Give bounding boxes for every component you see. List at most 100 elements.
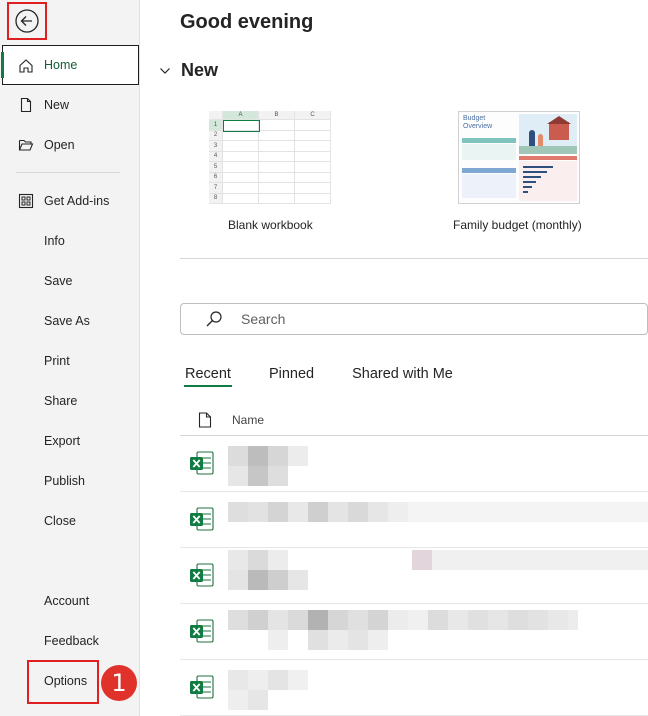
grid-cell	[295, 120, 331, 131]
grid-cell	[259, 151, 295, 162]
template-label: Family budget (monthly)	[453, 218, 582, 232]
recent-file-row[interactable]	[180, 492, 648, 548]
search-input[interactable]	[241, 311, 621, 327]
house-illustration	[519, 114, 577, 154]
search-box[interactable]	[180, 303, 648, 335]
sidebar-item-label: Publish	[44, 474, 85, 488]
sidebar-item-label: New	[44, 98, 70, 112]
obscured-file-name-block	[248, 610, 268, 630]
template-blank-workbook[interactable]: ABC 12345678 Blank workbook	[209, 111, 331, 232]
file-type-icon	[198, 411, 212, 428]
new-section-heading: New	[181, 60, 219, 80]
sidebar-item-publish[interactable]: Publish	[0, 461, 140, 501]
tab-pinned[interactable]: Pinned	[264, 364, 319, 387]
sidebar-item-save-as[interactable]: Save As	[0, 301, 140, 341]
obscured-file-name-block	[408, 502, 648, 522]
sidebar-divider	[16, 172, 120, 173]
sidebar-item-save[interactable]: Save	[0, 261, 140, 301]
grid-cell	[223, 193, 259, 204]
name-column-header[interactable]: Name	[232, 413, 264, 427]
sidebar-item-label: Get Add-ins	[44, 194, 110, 208]
obscured-file-name-block	[228, 502, 248, 522]
sidebar-item-print[interactable]: Print	[0, 341, 140, 381]
obscured-file-name-block	[268, 550, 288, 570]
grid-cell	[259, 193, 295, 204]
template-family-budget[interactable]: Budget Overview Family budget (monthly)	[453, 111, 582, 232]
sidebar-item-feedback[interactable]: Feedback	[0, 621, 140, 661]
sidebar-item-close[interactable]: Close	[0, 501, 140, 541]
excel-file-icon	[190, 451, 214, 475]
sidebar-item-share[interactable]: Share	[0, 381, 140, 421]
sidebar-item-home[interactable]: Home	[1, 45, 139, 85]
excel-file-icon	[190, 507, 214, 531]
recent-file-row[interactable]	[180, 548, 648, 604]
sidebar-item-account[interactable]: Account	[0, 581, 140, 621]
grid-cell	[223, 141, 259, 152]
grid-cell	[223, 162, 259, 173]
obscured-file-name-block	[228, 466, 248, 486]
obscured-file-name-block	[268, 610, 288, 630]
obscured-file-name-block	[348, 630, 368, 650]
grid-cell	[295, 172, 331, 183]
grid-cell	[223, 151, 259, 162]
obscured-file-name-block	[248, 466, 268, 486]
obscured-file-name-block	[432, 550, 648, 570]
file-list-header: Name	[180, 404, 648, 436]
grid-cell	[259, 130, 295, 141]
chevron-down-icon	[160, 67, 170, 74]
sidebar-item-get-add-ins[interactable]: Get Add-ins	[0, 181, 140, 221]
grid-cell	[295, 151, 331, 162]
back-arrow-icon	[15, 9, 39, 33]
tab-shared-with-me[interactable]: Shared with Me	[347, 364, 458, 387]
recent-file-row[interactable]	[180, 436, 648, 492]
grid-cell	[295, 141, 331, 152]
grid-corner	[209, 111, 223, 120]
sidebar-item-label: Open	[44, 138, 75, 152]
obscured-file-name-block	[228, 570, 248, 590]
grid-row-header: 8	[209, 193, 223, 204]
sidebar-item-label: Feedback	[44, 634, 99, 648]
sidebar-item-new[interactable]: New	[0, 85, 140, 125]
obscured-file-name-block	[368, 610, 388, 630]
excel-file-icon	[190, 563, 214, 587]
excel-file-icon	[190, 619, 214, 643]
obscured-file-name-block	[348, 502, 368, 522]
sidebar-item-open[interactable]: Open	[0, 125, 140, 165]
obscured-file-name-block	[228, 610, 248, 630]
obscured-file-name-block	[228, 690, 248, 710]
obscured-file-name-block	[248, 550, 268, 570]
grid-cell	[259, 141, 295, 152]
grid-row-header: 5	[209, 162, 223, 173]
obscured-file-name-block	[468, 610, 488, 630]
blank-workbook-thumbnail: ABC 12345678	[209, 111, 331, 204]
file-list-tabs: Recent Pinned Shared with Me	[180, 364, 486, 387]
obscured-file-name-block	[228, 550, 248, 570]
obscured-file-name-block	[228, 446, 248, 466]
selected-cell	[223, 120, 260, 132]
obscured-file-name-block	[368, 630, 388, 650]
obscured-file-name-block	[248, 502, 268, 522]
obscured-file-name-block	[268, 502, 288, 522]
obscured-file-name-block	[248, 570, 268, 590]
recent-file-row[interactable]	[180, 604, 648, 660]
obscured-file-name-block	[288, 670, 308, 690]
back-button[interactable]	[7, 2, 47, 40]
new-section-toggle[interactable]: New	[159, 60, 218, 81]
obscured-file-name-block	[308, 610, 328, 630]
sidebar-item-label: Home	[44, 58, 78, 72]
sidebar-item-info[interactable]: Info	[0, 221, 140, 261]
sidebar-item-export[interactable]: Export	[0, 421, 140, 461]
excel-file-icon	[190, 675, 214, 699]
tab-recent[interactable]: Recent	[180, 364, 236, 387]
obscured-file-name-block	[448, 610, 468, 630]
recent-file-row[interactable]	[180, 660, 648, 716]
backstage-sidebar: Home New Open Get Add-ins Info Save Save…	[0, 0, 140, 716]
obscured-file-name-block	[328, 502, 348, 522]
obscured-file-name-block	[268, 570, 288, 590]
grid-row-header: 2	[209, 130, 223, 141]
obscured-file-name-block	[268, 630, 288, 650]
obscured-file-name-block	[268, 466, 288, 486]
template-label: Blank workbook	[228, 218, 313, 232]
grid-cell	[259, 120, 295, 131]
obscured-file-name-block	[268, 446, 288, 466]
